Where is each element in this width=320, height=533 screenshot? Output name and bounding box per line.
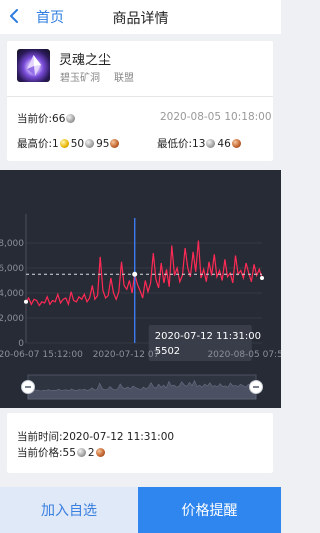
y-tick-label: 8,000 <box>0 239 24 249</box>
low-price-silver: 13 <box>192 137 206 150</box>
selected-price-label: 当前价格: <box>17 447 63 459</box>
gold-coin-icon <box>59 139 69 148</box>
low-price-copper: 46 <box>217 137 231 150</box>
x-tick-label: 2020-06-07 15:12:00 <box>0 350 83 360</box>
selected-point-card: 当前时间: 2020-07-12 11:31:00 当前价格: 55 2 <box>7 413 273 473</box>
x-tick-label: 2020-08-05 07:50 <box>207 350 281 360</box>
copper-coin-icon <box>95 448 105 457</box>
selected-price-value: 55 2 <box>63 447 107 459</box>
bottom-action-bar: 加入自选 价格提醒 <box>0 487 281 533</box>
high-price-gold: 1 <box>52 137 59 150</box>
price-chart[interactable]: 8,000 6,000 4,000 2,000 0 2020-07-12 11:31:00… <box>0 170 281 408</box>
high-price-silver: 50 <box>70 137 85 150</box>
low-price-value: 13 46 <box>192 138 243 150</box>
top-nav-bar: 首页 商品详情 <box>0 0 281 34</box>
current-price-silver: 66 <box>52 112 66 125</box>
divider <box>7 96 273 97</box>
silver-coin-icon <box>85 139 95 148</box>
silver-coin-icon <box>66 114 76 123</box>
start-point <box>24 299 28 304</box>
item-name: 灵魂之尘 <box>59 53 112 68</box>
realm-label: 碧玉矿洞 <box>60 73 100 84</box>
low-price-label: 最低价: <box>157 138 193 150</box>
high-price-copper: 95 <box>96 137 110 150</box>
selected-price-silver: 55 <box>62 446 76 459</box>
selected-price-copper: 2 <box>87 446 95 459</box>
soul-dust-icon <box>17 49 50 82</box>
price-alert-button[interactable]: 价格提醒 <box>138 487 281 533</box>
x-tick-label: 2020-07-12 07 <box>93 350 160 360</box>
crosshair-point <box>132 271 138 277</box>
y-tick-label: 2,000 <box>0 314 24 324</box>
copper-coin-icon <box>110 139 120 148</box>
high-price-row: 最高价: 1 50 95 <box>17 136 121 151</box>
current-price-row: 当前价: 66 <box>17 111 77 126</box>
high-price-value: 1 50 95 <box>52 138 121 150</box>
selected-time-label: 当前时间: <box>17 431 63 443</box>
silver-coin-icon <box>206 139 216 148</box>
tooltip-time: 2020-07-12 11:31:00 <box>155 331 261 342</box>
y-tick-label: 6,000 <box>0 264 24 274</box>
y-tick-label: 0 <box>18 339 24 349</box>
silver-coin-icon <box>76 448 86 457</box>
price-chart-svg[interactable]: 8,000 6,000 4,000 2,000 0 2020-07-12 11:31:00… <box>0 170 281 408</box>
selected-time-row: 当前时间: 2020-07-12 11:31:00 <box>17 429 174 444</box>
copper-coin-icon <box>231 139 241 148</box>
selected-price-row: 当前价格: 55 2 <box>17 445 107 460</box>
page-title: 商品详情 <box>112 11 169 27</box>
high-price-label: 最高价: <box>17 138 53 150</box>
item-tags: 碧玉矿洞 联盟 <box>60 69 134 84</box>
range-slider-right-handle-grip[interactable] <box>253 386 259 388</box>
y-tick-label: 4,000 <box>0 289 24 299</box>
item-card: 灵魂之尘 碧玉矿洞 联盟 当前价: 66 2020-08-05 10:18:00 … <box>7 41 273 161</box>
update-timestamp: 2020-08-05 10:18:00 <box>160 111 272 123</box>
end-point <box>260 276 264 280</box>
current-price-label: 当前价: <box>17 113 53 125</box>
price-series-line <box>25 240 263 307</box>
range-slider-left-handle-grip[interactable] <box>25 386 31 388</box>
current-price-value: 66 <box>52 113 77 125</box>
selected-time-value: 2020-07-12 11:31:00 <box>62 430 175 443</box>
faction-label: 联盟 <box>114 73 134 84</box>
add-to-watchlist-button[interactable]: 加入自选 <box>0 487 138 533</box>
low-price-row: 最低价: 13 46 <box>157 136 243 151</box>
